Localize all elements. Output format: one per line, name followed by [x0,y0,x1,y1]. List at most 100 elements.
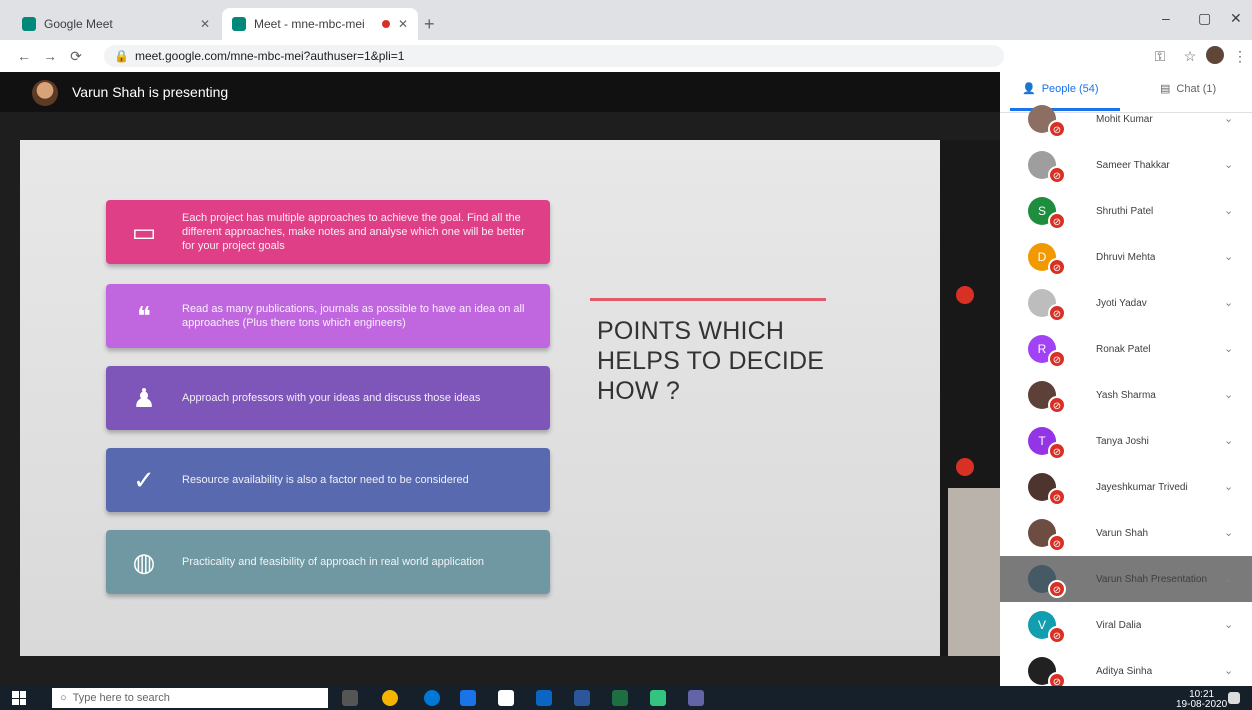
participant-name: Varun Shah [1096,528,1149,539]
star-icon[interactable]: ☆ [1180,46,1200,66]
mic-muted-icon: ⊘ [1048,488,1066,506]
browser-tab-1[interactable]: Google Meet ✕ [12,8,220,40]
muted-participant-avatar [956,286,974,304]
presenter-label: Varun Shah is presenting [72,84,229,100]
notification-icon[interactable] [1228,692,1240,704]
card-text: Practicality and feasibility of approach… [182,556,485,568]
muted-participant-avatar [956,458,974,476]
windows-start-icon[interactable] [12,691,26,705]
chevron-down-icon[interactable]: ⌄ [1224,572,1233,585]
tab-people-label: People (54) [1041,82,1099,95]
chevron-down-icon[interactable]: ⌄ [1224,388,1233,401]
system-clock[interactable]: 10:21 19-08-2020 [1176,690,1227,710]
chevron-down-icon[interactable]: ⌄ [1224,296,1233,309]
close-window-button[interactable]: ✕ [1230,10,1242,27]
store-icon[interactable] [498,690,514,706]
close-tab-icon[interactable]: ✕ [200,17,210,31]
mic-muted-icon: ⊘ [1048,396,1066,414]
meet-favicon [232,17,246,31]
back-icon[interactable]: ← [14,46,34,66]
maximize-button[interactable]: ▢ [1198,10,1211,27]
chevron-down-icon[interactable]: ⌄ [1224,434,1233,447]
chevron-down-icon[interactable]: ⌄ [1224,112,1233,125]
participant-row[interactable]: ⊘ Jyoti Yadav ⌄ [1000,280,1252,326]
check-icon: ✓ [133,464,155,495]
browser-tab-2[interactable]: Meet - mne-mbc-mei ✕ [222,8,418,40]
clock-date: 19-08-2020 [1176,699,1228,710]
participant-row[interactable]: ⊘ Jayeshkumar Trivedi ⌄ [1000,464,1252,510]
profile-avatar[interactable] [1206,46,1224,64]
menu-icon[interactable]: ⋮ [1230,46,1250,66]
mic-muted-icon: ⊘ [1048,534,1066,552]
participant-name: Shruthi Patel [1096,206,1154,217]
mic-muted-icon: ⊘ [1048,120,1066,138]
chevron-down-icon[interactable]: ⌄ [1224,618,1233,631]
search-icon: ○ [60,692,67,704]
participant-name: Yash Sharma [1096,390,1156,401]
participant-row[interactable]: D ⊘ Dhruvi Mehta ⌄ [1000,234,1252,280]
people-icon: ♟ [132,382,156,413]
tab-title: Google Meet [44,17,113,31]
participant-name: Dhruvi Mehta [1096,252,1156,263]
participant-row[interactable]: ⊘ Yash Sharma ⌄ [1000,372,1252,418]
participant-name: Varun Shah Presentation [1096,574,1208,585]
teams-icon[interactable] [688,690,704,706]
participant-name: Mohit Kumar [1096,114,1153,125]
mic-muted-icon: ⊘ [1048,166,1066,184]
chevron-down-icon[interactable]: ⌄ [1224,664,1233,677]
search-placeholder: Type here to search [72,692,170,704]
chevron-down-icon[interactable]: ⌄ [1224,480,1233,493]
mic-muted-icon: ⊘ [1048,350,1066,368]
tab-chat[interactable]: ▤ Chat (1) [1160,82,1216,96]
mic-muted-icon: ⊘ [1048,442,1066,460]
participant-row[interactable]: S ⊘ Shruthi Patel ⌄ [1000,188,1252,234]
participant-row[interactable]: ⊘ Mohit Kumar ⌄ [1000,96,1252,142]
mic-muted-icon: ⊘ [1048,304,1066,322]
close-tab-icon[interactable]: ✕ [398,17,408,31]
participant-row[interactable]: R ⊘ Ronak Patel ⌄ [1000,326,1252,372]
url-input[interactable]: 🔒 meet.google.com/mne-mbc-mei?authuser=1… [104,45,1004,67]
chevron-down-icon[interactable]: ⌄ [1224,250,1233,263]
minimize-button[interactable]: – [1162,10,1170,26]
participant-name: Viral Dalia [1096,620,1142,631]
globe-icon: ◍ [132,546,156,577]
chevron-down-icon[interactable]: ⌄ [1224,342,1233,355]
participant-name: Jyoti Yadav [1096,298,1147,309]
task-view-icon[interactable] [342,690,358,706]
chevron-down-icon[interactable]: ⌄ [1224,526,1233,539]
participant-row[interactable]: T ⊘ Tanya Joshi ⌄ [1000,418,1252,464]
mic-muted-icon: ⊘ [1048,580,1066,598]
reload-icon[interactable]: ⟳ [66,46,86,66]
new-tab-button[interactable]: + [424,14,435,35]
chrome-icon[interactable] [382,690,398,706]
slide-card: ♟ Approach professors with your ideas an… [106,366,550,430]
card-text: Read as many publications, journals as p… [182,303,525,329]
participant-row[interactable]: ⊘ Sameer Thakkar ⌄ [1000,142,1252,188]
participant-video-tile[interactable] [948,488,1000,656]
card-text: Approach professors with your ideas and … [182,392,481,404]
mic-muted-icon: ⊘ [1048,626,1066,644]
app-icon[interactable] [650,690,666,706]
word-icon[interactable] [574,690,590,706]
edge-icon[interactable] [424,690,440,706]
key-icon[interactable]: ⚿ [1150,46,1170,66]
mail-icon[interactable] [536,690,552,706]
forward-icon[interactable]: → [40,46,60,66]
participant-name: Sameer Thakkar [1096,160,1170,171]
card-text: Each project has multiple approaches to … [182,212,525,252]
tab-people[interactable]: 👤 People (54) [1022,82,1099,96]
slide-card: ▭ Each project has multiple approaches t… [106,200,550,264]
recording-dot-icon [381,20,390,28]
participant-row[interactable]: ⊘ Varun Shah ⌄ [1000,510,1252,556]
mic-muted-icon: ⊘ [1048,258,1066,276]
file-explorer-icon[interactable] [460,690,476,706]
taskbar-search-input[interactable]: ○ Type here to search [52,688,328,708]
chevron-down-icon[interactable]: ⌄ [1224,204,1233,217]
participant-name: Tanya Joshi [1096,436,1149,447]
chevron-down-icon[interactable]: ⌄ [1224,158,1233,171]
participant-row[interactable]: V ⊘ Viral Dalia ⌄ [1000,602,1252,648]
participant-row[interactable]: ⊘ Varun Shah Presentation ⌄ [1000,556,1252,602]
mic-muted-icon: ⊘ [1048,212,1066,230]
excel-icon[interactable] [612,690,628,706]
lock-icon: 🔒 [114,49,129,63]
